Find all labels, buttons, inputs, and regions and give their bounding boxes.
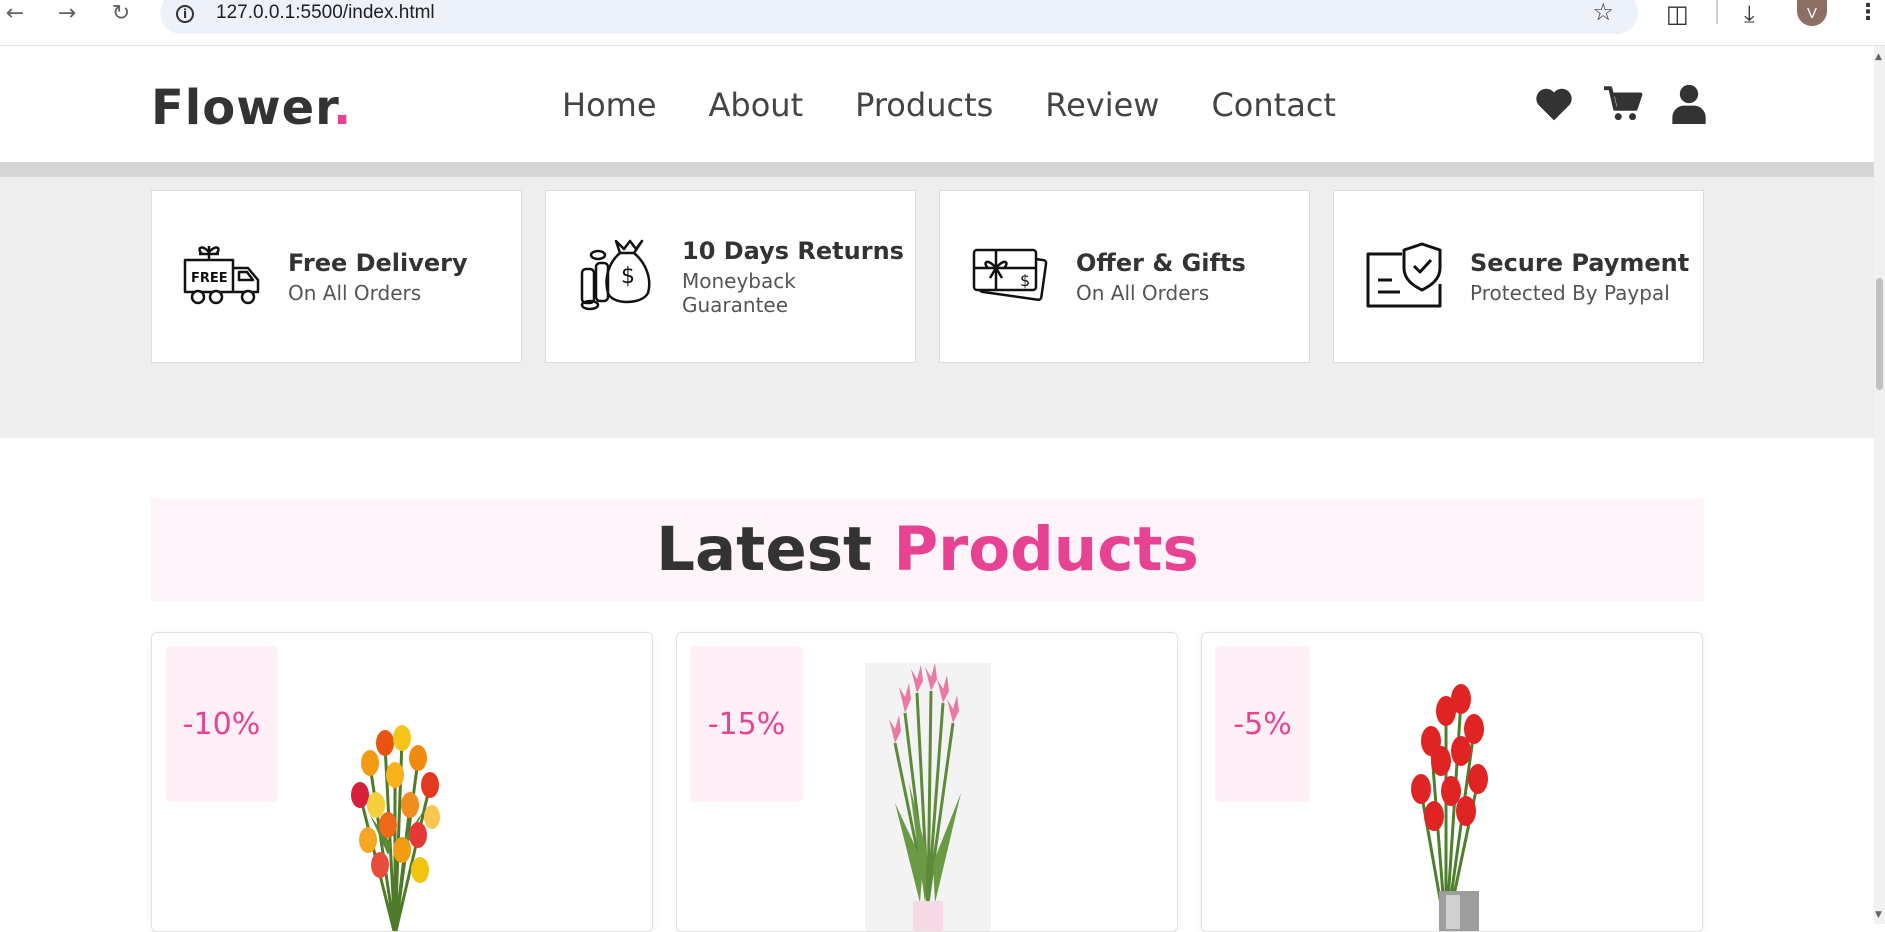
- logo-dot: .: [332, 80, 353, 136]
- feature-subtitle: On All Orders: [1076, 280, 1210, 305]
- heart-icon[interactable]: [1534, 86, 1574, 122]
- bookmark-star-icon[interactable]: ☆: [1592, 0, 1614, 26]
- site-info-icon[interactable]: i: [176, 5, 194, 23]
- feature-title: 10 Days Returns: [682, 236, 904, 265]
- feature-subtitle: On All Orders: [288, 280, 422, 305]
- nav-contact[interactable]: Contact: [1211, 86, 1336, 124]
- main-nav: Home About Products Review Contact: [562, 86, 1336, 124]
- red-tulips-image[interactable]: [1406, 681, 1516, 931]
- features-section: FREE Free Delivery On All Orders $ 10 Da…: [0, 177, 1874, 438]
- feature-card: $ Offer & Gifts On All Orders: [939, 190, 1310, 363]
- page-scrollbar[interactable]: ▲ ▼: [1874, 46, 1885, 924]
- delivery-truck-icon: FREE: [182, 242, 262, 312]
- scroll-down-arrow-icon[interactable]: ▼: [1875, 910, 1882, 920]
- discount-badge: -5%: [1215, 646, 1310, 802]
- nav-about[interactable]: About: [709, 86, 804, 124]
- feature-subtitle: Protected By Paypal: [1470, 280, 1670, 305]
- scroll-up-arrow-icon[interactable]: ▲: [1875, 52, 1882, 62]
- svg-text:$: $: [1020, 271, 1030, 290]
- toolbar-divider: [1716, 0, 1718, 24]
- logo-text: Flower: [151, 80, 333, 136]
- secure-shield-icon: [1364, 240, 1444, 314]
- download-icon[interactable]: ⤓: [1744, 0, 1755, 28]
- discount-badge: -10%: [165, 646, 278, 802]
- section-title: Latest Products: [151, 498, 1704, 601]
- user-icon[interactable]: [1672, 84, 1706, 124]
- product-card[interactable]: -15%: [676, 632, 1178, 932]
- reload-icon[interactable]: ↻: [108, 0, 134, 26]
- feature-card: $ 10 Days Returns Moneyback Guarantee: [545, 190, 916, 363]
- url-text[interactable]: 127.0.0.1:5500/index.html: [216, 2, 435, 24]
- browser-toolbar: ← → ↻ i 127.0.0.1:5500/index.html ☆ ◫ ⤓ …: [0, 0, 1885, 46]
- discount-badge: -15%: [690, 646, 803, 802]
- heading-word-products: Products: [893, 514, 1199, 585]
- forward-icon[interactable]: →: [54, 0, 80, 26]
- feature-title: Secure Payment: [1470, 248, 1690, 277]
- extensions-icon[interactable]: ◫: [1666, 0, 1689, 28]
- feature-title: Offer & Gifts: [1076, 248, 1246, 277]
- nav-products[interactable]: Products: [855, 86, 993, 124]
- site-header: Flower. Home About Products Review Conta…: [0, 46, 1874, 162]
- feature-card: Secure Payment Protected By Paypal: [1333, 190, 1704, 363]
- feature-title: Free Delivery: [288, 248, 468, 277]
- gift-card-icon: $: [970, 242, 1050, 312]
- browser-menu-icon[interactable]: ⋮: [1857, 0, 1879, 25]
- header-icons: [1534, 84, 1706, 124]
- cart-icon[interactable]: [1602, 85, 1644, 123]
- back-icon[interactable]: ←: [2, 0, 28, 26]
- profile-avatar[interactable]: V: [1797, 0, 1827, 26]
- svg-text:FREE: FREE: [191, 271, 228, 286]
- pink-tulips-vase-image[interactable]: [865, 663, 991, 931]
- nav-review[interactable]: Review: [1045, 86, 1159, 124]
- header-divider: [0, 162, 1874, 177]
- latest-products-heading: Latest Products: [151, 498, 1704, 601]
- scrollbar-thumb[interactable]: [1876, 278, 1883, 390]
- nav-home[interactable]: Home: [562, 86, 657, 124]
- feature-card: FREE Free Delivery On All Orders: [151, 190, 522, 363]
- feature-subtitle: Moneyback Guarantee: [682, 268, 796, 317]
- address-bar[interactable]: i 127.0.0.1:5500/index.html ☆: [160, 0, 1638, 34]
- heading-word-latest: Latest: [656, 514, 873, 585]
- svg-text:$: $: [621, 264, 635, 289]
- tulip-bouquet-image[interactable]: [340, 705, 450, 931]
- product-card[interactable]: -5%: [1201, 632, 1703, 932]
- money-bag-icon: $: [576, 235, 656, 319]
- product-card[interactable]: -10%: [151, 632, 653, 932]
- site-logo[interactable]: Flower.: [151, 80, 352, 136]
